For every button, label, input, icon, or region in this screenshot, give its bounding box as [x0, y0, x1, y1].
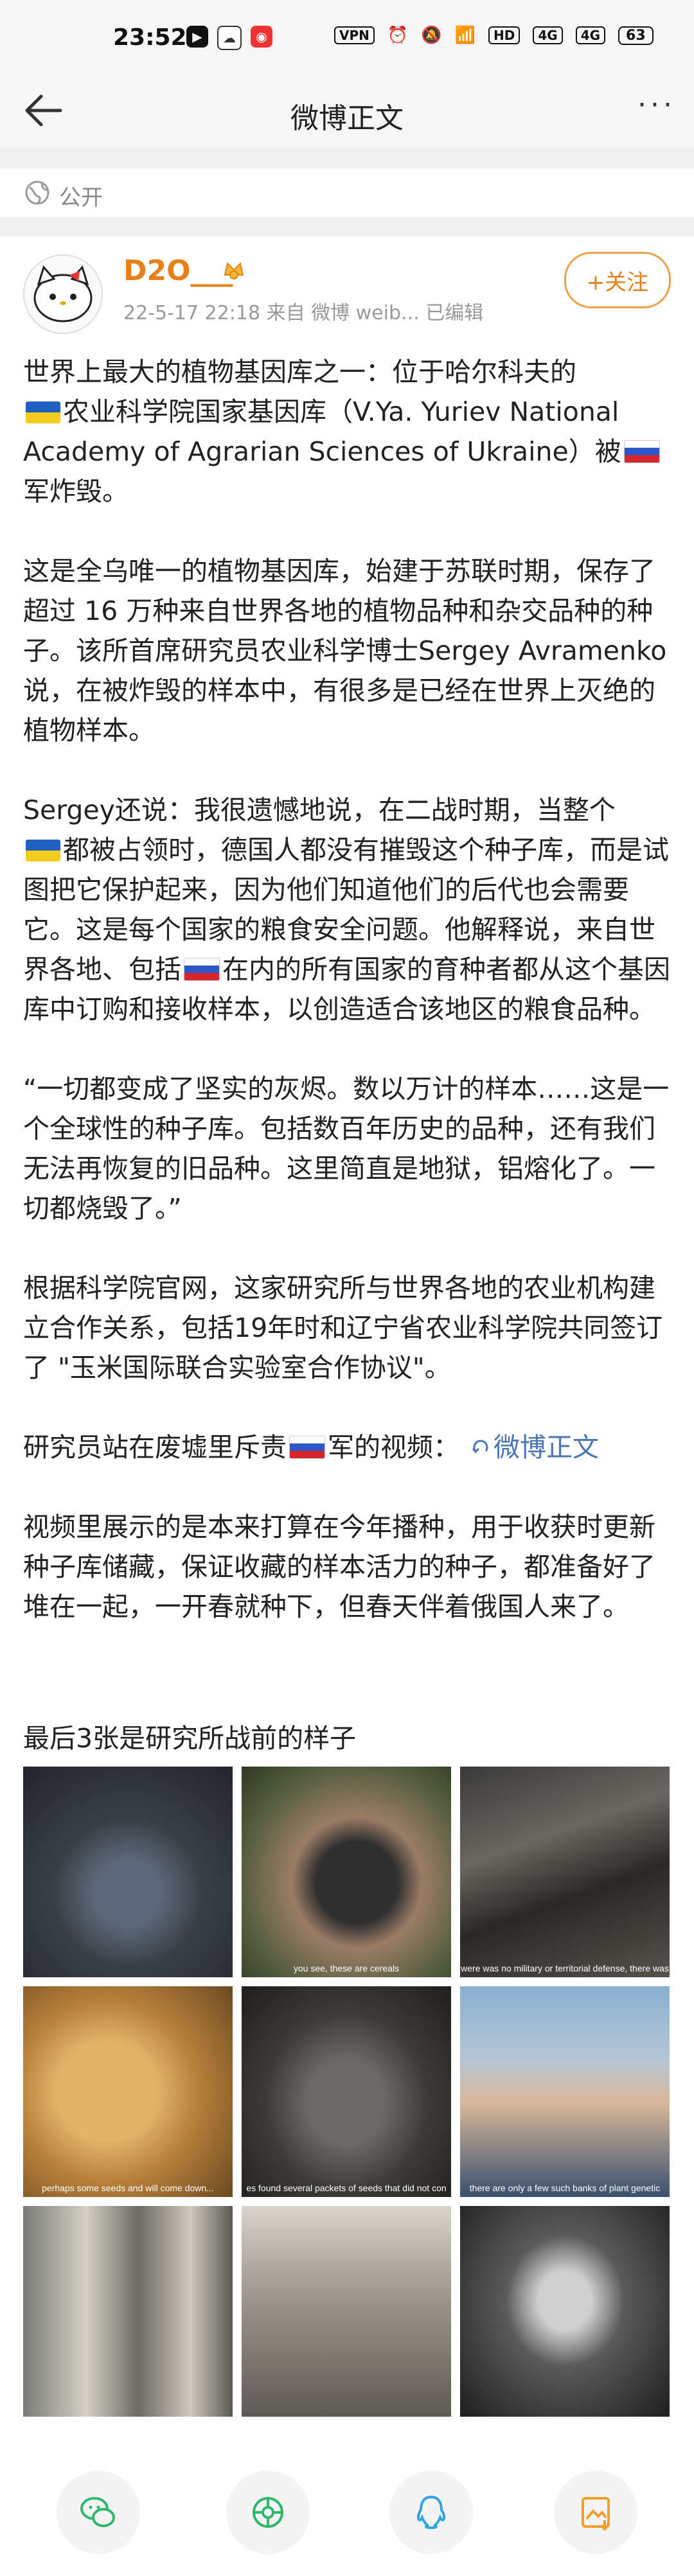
avatar[interactable]: [23, 254, 103, 334]
wifi-icon: 📶: [454, 26, 476, 45]
paragraph: 根据科学院官网，这家研究所与世界各地的农业机构建立合作关系，包括19年时和辽宁省…: [23, 1273, 663, 1383]
paragraph: 这是全乌唯一的植物基因库，始建于苏联时期，保存了超过 16 万种来自世界各地的植…: [23, 556, 667, 746]
paragraph: “一切都变成了坚实的灰烬。数以万计的样本……这是一个全球性的种子库。包括数百年历…: [23, 1073, 670, 1224]
photo-archive-shelves[interactable]: [23, 2206, 233, 2417]
link-text[interactable]: 微博正文: [494, 1432, 599, 1463]
photo-subtitle: were was no military or territorial defe…: [461, 1963, 669, 1973]
text: 军炸毁。: [23, 476, 129, 507]
signal-1-icon: 4G: [533, 26, 563, 44]
moments-share-icon[interactable]: [226, 2471, 310, 2554]
share-bar: [0, 2448, 694, 2576]
photo-subtitle: you see, these are cereals: [293, 1963, 400, 1973]
text: 世界上最大的植物基因库之一：位于哈尔科夫的: [23, 357, 576, 387]
image-grid: you see, these are cereals were was no m…: [23, 1767, 670, 2417]
russia-flag-icon: [184, 958, 220, 981]
status-bar: 23:52 ▶ ☁ ◉ VPN ⏰ 🔕 📶 HD 4G 4G 63: [0, 0, 694, 77]
divider: [0, 148, 694, 168]
text: 研究员站在废墟里斥责: [23, 1432, 287, 1463]
photo-seeds-in-hand[interactable]: you see, these are cereals: [242, 1767, 451, 1977]
save-image-icon[interactable]: [554, 2471, 637, 2554]
photo-seed-packets-ash[interactable]: es found several packets of seeds that d…: [242, 1986, 451, 2197]
divider: [0, 217, 694, 236]
alarm-icon: ⏰: [387, 26, 409, 45]
photo-grain-pile[interactable]: perhaps some seeds and will come down...: [23, 1986, 233, 2197]
link-icon: [468, 1431, 494, 1457]
ukraine-flag-icon: [26, 840, 60, 861]
text: Sergey还说：我很遗憾地说，在二战时期，当整个: [23, 795, 616, 825]
photo-burned-room[interactable]: were was no military or territorial defe…: [460, 1767, 670, 1977]
hd-icon: HD: [488, 26, 520, 44]
visibility-label: 公开: [59, 185, 103, 211]
images-caption: 最后3张是研究所战前的样子: [23, 1723, 357, 1754]
text: 军的视频：: [328, 1432, 459, 1463]
status-time: 23:52: [113, 24, 187, 51]
text: 农业科学院国家基因库（V.Ya. Yuriev National Academy…: [23, 396, 621, 467]
app-notification-icon: ▶: [186, 26, 208, 48]
photo-storage-room[interactable]: [242, 2206, 451, 2417]
photo-subtitle: perhaps some seeds and will come down...: [42, 2183, 214, 2193]
battery-icon: 63: [618, 26, 654, 45]
follow-button[interactable]: +关注: [564, 252, 671, 308]
photo-subtitle: es found several packets of seeds that d…: [246, 2183, 447, 2193]
paragraph: 世界上最大的植物基因库之一：位于哈尔科夫的农业科学院国家基因库（V.Ya. Yu…: [23, 352, 672, 511]
page-title: 微博正文: [290, 102, 404, 135]
photo-seed-jar[interactable]: [460, 2206, 670, 2417]
signal-2-icon: 4G: [575, 26, 606, 44]
paragraph: 视频里展示的是本来打算在今年播种，用于收获时更新种子库储藏，保证收藏的样本活力的…: [23, 1512, 655, 1622]
post-body: 世界上最大的植物基因库之一：位于哈尔科夫的农业科学院国家基因库（V.Ya. Yu…: [23, 352, 672, 1666]
ukraine-flag-icon: [26, 401, 60, 423]
photo-subtitle: there are only a few such banks of plant…: [469, 2183, 661, 2193]
weibo-notification-icon: ◉: [251, 26, 272, 48]
photo-researcher-portrait[interactable]: there are only a few such banks of plant…: [460, 1986, 670, 2197]
visibility-row: 公开: [0, 168, 694, 218]
more-options-icon[interactable]: ···: [637, 89, 676, 121]
status-right-icons: VPN ⏰ 🔕 📶 HD 4G 4G 63: [334, 26, 654, 45]
post-meta: 22-5-17 22:18 来自 微博 weib... 已编辑: [123, 302, 484, 324]
wechat-share-icon[interactable]: [57, 2471, 140, 2554]
russia-flag-icon: [289, 1436, 325, 1459]
qq-share-icon[interactable]: [389, 2471, 473, 2554]
weibo-link[interactable]: 微博正文: [468, 1432, 599, 1463]
status-app-icons: ▶ ☁ ◉: [186, 26, 272, 50]
vip-badge-icon: [220, 256, 248, 284]
author-name[interactable]: D2O___: [123, 254, 233, 287]
cloud-notification-icon: ☁: [217, 26, 242, 50]
globe-icon: [23, 179, 51, 207]
paragraph: Sergey还说：我很遗憾地说，在二战时期，当整个 都被占领时，德国人都没有摧毁这…: [23, 790, 672, 1029]
mute-icon: 🔕: [421, 26, 442, 45]
vpn-icon: VPN: [334, 26, 375, 44]
russia-flag-icon: [623, 440, 660, 463]
paragraph: 研究员站在废墟里斥责 军的视频： 微博正文: [23, 1427, 672, 1467]
nav-bar: 微博正文 ···: [0, 77, 694, 148]
photo-burned-hall[interactable]: [23, 1767, 233, 1977]
